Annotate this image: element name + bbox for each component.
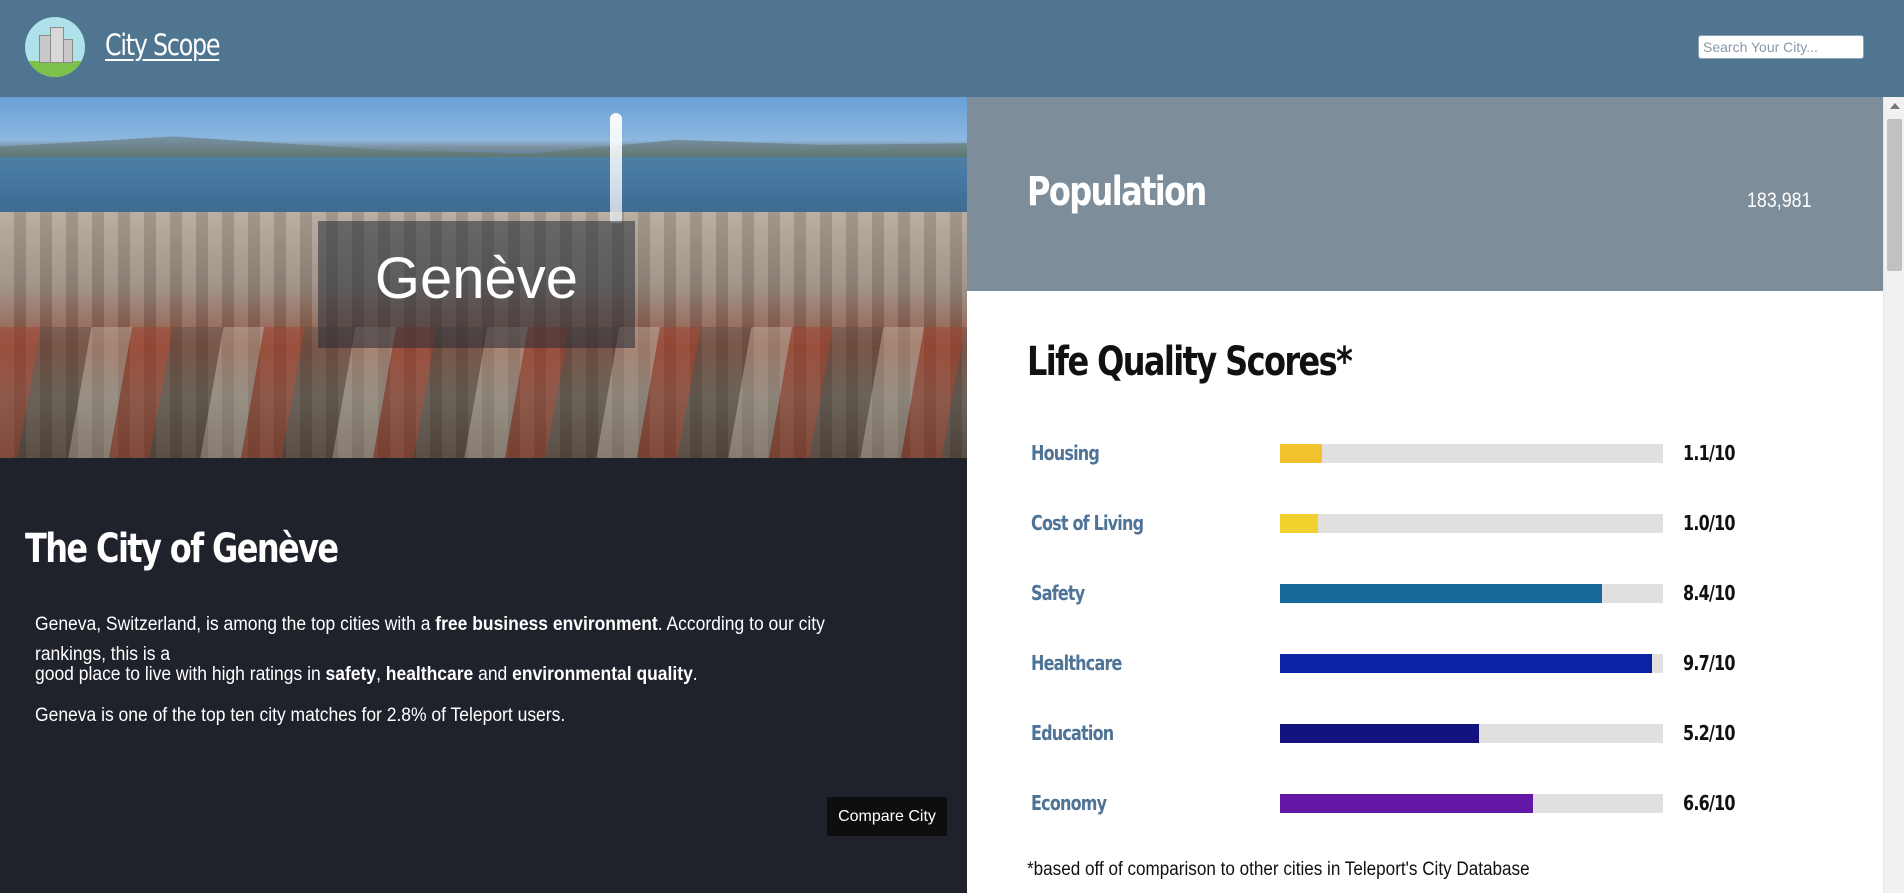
scroll-up-arrow-icon[interactable] [1890,103,1900,109]
scores-title: Life Quality Scores* [1027,339,1353,385]
brand-link[interactable]: City Scope [105,28,221,62]
city-info-panel: The City of Genève Geneva, Switzerland, … [0,458,967,893]
summary-text: and [473,664,513,685]
score-bar-fill [1280,584,1602,603]
score-bar-fill [1280,794,1533,813]
score-value: 1.1/10 [1683,441,1735,465]
score-row-education: Education 5.2/10 [967,718,1883,748]
score-value: 6.6/10 [1683,791,1735,815]
score-bar-track [1280,654,1663,673]
score-bar-track [1280,514,1663,533]
score-value: 9.7/10 [1683,651,1735,675]
population-value: 183,981 [1747,189,1812,212]
score-value: 1.0/10 [1683,511,1735,535]
city-title: The City of Genève [25,526,339,572]
hero-city-name: Genève [374,246,579,311]
score-bar-fill [1280,654,1652,673]
score-value: 5.2/10 [1683,721,1735,745]
score-row-housing: Housing 1.1/10 [967,438,1883,468]
score-label: Economy [1031,791,1107,815]
summary-line-2: good place to live with high ratings in … [35,660,845,690]
scores-footnote: *based off of comparison to other cities… [1027,859,1530,880]
score-bar-track [1280,724,1663,743]
teleport-match-text: Geneva is one of the top ten city matche… [35,705,566,726]
jet-deau-fountain [610,113,622,223]
score-bar-track [1280,444,1663,463]
scrollbar-thumb[interactable] [1887,119,1902,271]
summary-highlight: environmental quality [512,664,693,685]
summary-text: . [692,664,698,685]
summary-highlight: safety [325,664,377,685]
page-scrollbar[interactable] [1883,97,1904,893]
summary-highlight: free business environment [435,614,658,635]
score-bar-track [1280,584,1663,603]
summary-text: , [376,664,386,685]
score-bar-fill [1280,444,1323,463]
score-label: Healthcare [1031,651,1122,675]
score-value: 8.4/10 [1683,581,1735,605]
score-row-healthcare: Healthcare 9.7/10 [967,648,1883,678]
score-bar-fill [1280,514,1319,533]
score-label: Cost of Living [1031,511,1144,535]
score-label: Safety [1031,581,1085,605]
score-row-cost-of-living: Cost of Living 1.0/10 [967,508,1883,538]
population-panel: Population 183,981 [967,97,1883,291]
city-search-input[interactable] [1698,35,1864,59]
score-row-safety: Safety 8.4/10 [967,578,1883,608]
city-logo-icon[interactable] [25,17,85,77]
city-hero-image: Genève [0,97,967,458]
summary-highlight: healthcare [385,664,474,685]
summary-text: good place to live with high ratings in [35,664,326,685]
score-label: Housing [1031,441,1100,465]
top-header: City Scope [0,0,1904,97]
life-quality-panel: Life Quality Scores* Housing 1.1/10 Cost… [967,291,1883,893]
summary-text: Geneva, Switzerland, is among the top ci… [35,614,436,635]
score-row-economy: Economy 6.6/10 [967,788,1883,818]
population-label: Population [1027,169,1207,215]
score-bar-fill [1280,724,1480,743]
score-label: Education [1031,721,1114,745]
compare-city-button[interactable]: Compare City [827,797,947,836]
score-bar-track [1280,794,1663,813]
